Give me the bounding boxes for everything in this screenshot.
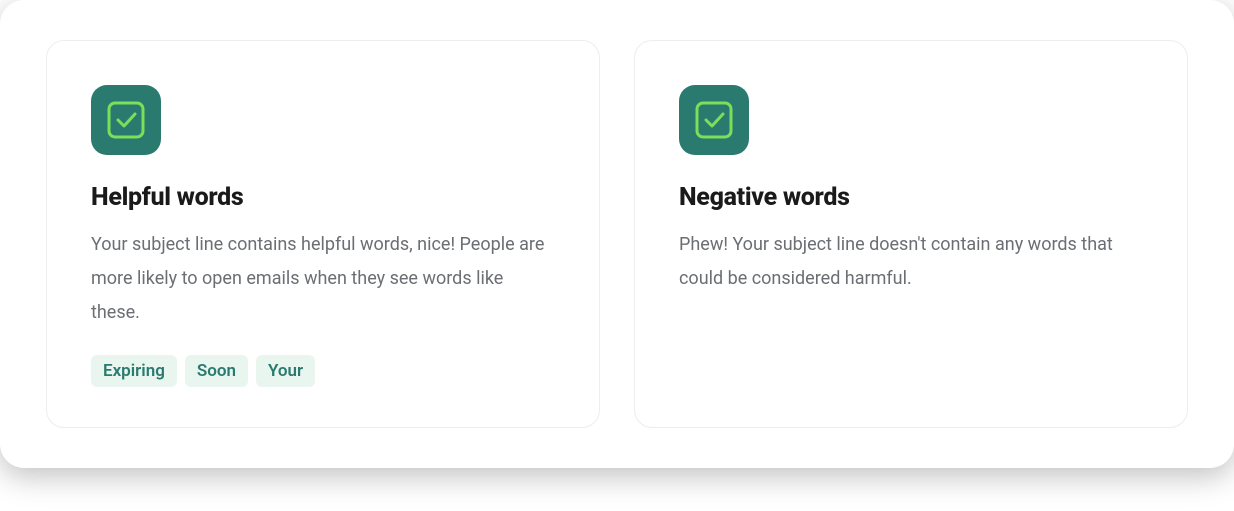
negative-words-card: Negative words Phew! Your subject line d… [634,40,1188,428]
tag-item: Your [256,355,315,387]
check-square-icon [91,85,161,155]
cards-container: Helpful words Your subject line contains… [0,0,1234,468]
tag-item: Expiring [91,355,177,387]
tag-item: Soon [185,355,248,387]
negative-words-title: Negative words [679,183,1143,212]
negative-words-description: Phew! Your subject line doesn't contain … [679,228,1143,296]
helpful-words-description: Your subject line contains helpful words… [91,228,555,331]
check-square-icon [679,85,749,155]
helpful-words-tags: Expiring Soon Your [91,355,555,387]
helpful-words-title: Helpful words [91,183,555,212]
helpful-words-card: Helpful words Your subject line contains… [46,40,600,428]
